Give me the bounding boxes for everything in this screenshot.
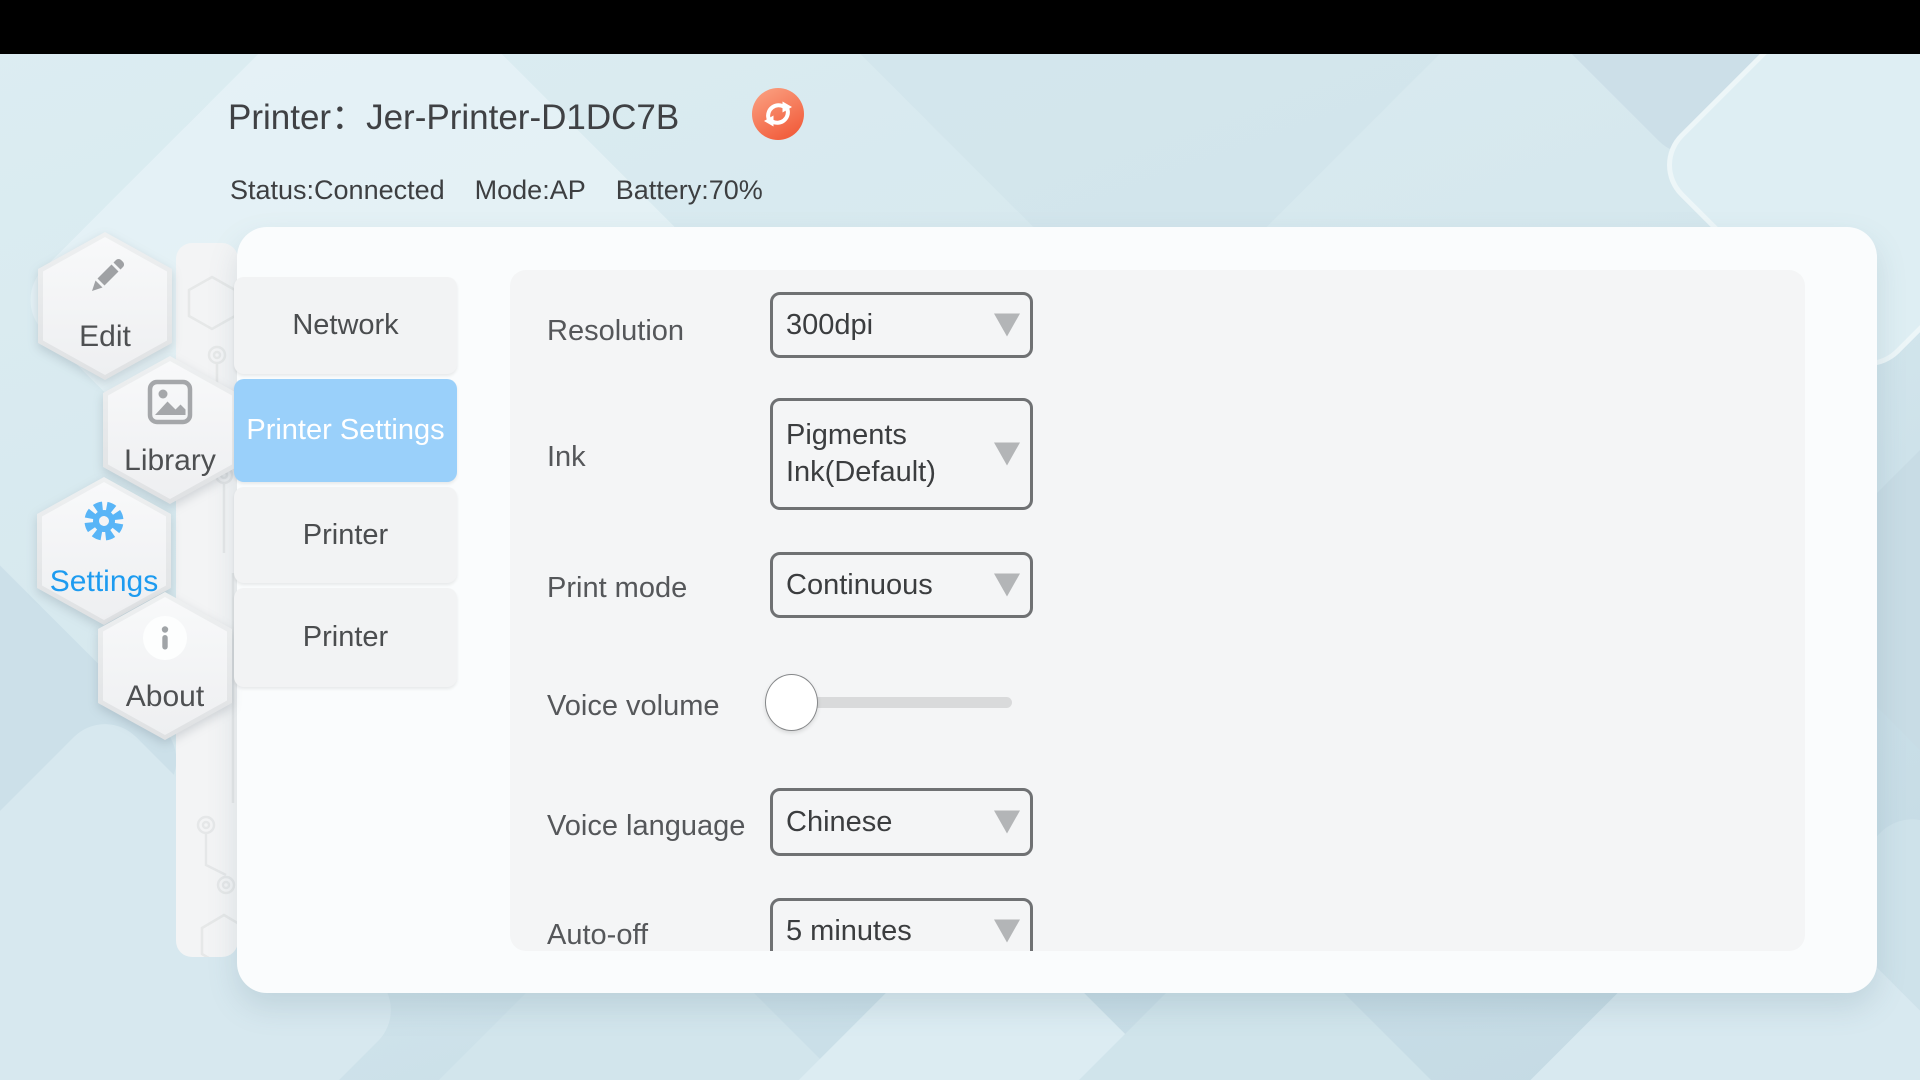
- voice-volume-label: Voice volume: [547, 689, 720, 723]
- ink-value: Pigments Ink(Default): [773, 417, 1030, 491]
- status-text: Status:Connected: [230, 175, 445, 206]
- tab-printer[interactable]: Printer: [234, 487, 457, 583]
- auto-off-dropdown[interactable]: 5 minutes: [770, 898, 1033, 951]
- top-black-bar: [0, 0, 1920, 54]
- battery-text: Battery:70%: [616, 175, 763, 206]
- ink-dropdown[interactable]: Pigments Ink(Default): [770, 398, 1033, 510]
- voice-volume-slider-track[interactable]: [790, 697, 1012, 708]
- voice-language-dropdown[interactable]: Chinese: [770, 788, 1033, 856]
- chevron-down-icon: [994, 811, 1020, 834]
- settings-nav: Network Printer Settings Printer Printer: [234, 277, 457, 687]
- auto-off-value: 5 minutes: [773, 913, 956, 950]
- resolution-dropdown[interactable]: 300dpi: [770, 292, 1033, 358]
- sidebar-item-label: Library: [124, 444, 216, 478]
- auto-off-label: Auto-off: [547, 918, 648, 951]
- voice-language-label: Voice language: [547, 809, 745, 843]
- printer-status-bar: Status:Connected Mode:AP Battery:70%: [230, 175, 763, 206]
- sidebar-item-label: About: [126, 680, 204, 714]
- chevron-down-icon: [994, 920, 1020, 943]
- voice-language-value: Chinese: [773, 804, 936, 841]
- gear-icon: [82, 499, 126, 548]
- print-mode-dropdown[interactable]: Continuous: [770, 552, 1033, 618]
- chevron-down-icon: [994, 574, 1020, 597]
- chevron-down-icon: [994, 443, 1020, 466]
- print-mode-label: Print mode: [547, 571, 687, 605]
- sidebar-item-about[interactable]: About: [98, 592, 232, 740]
- resolution-label: Resolution: [547, 314, 684, 348]
- chevron-down-icon: [994, 314, 1020, 337]
- sidebar-item-label: Edit: [79, 320, 131, 354]
- printer-settings-panel: Resolution 300dpi Ink Pigments Ink(Defau…: [510, 270, 1805, 951]
- mode-text: Mode:AP: [475, 175, 586, 206]
- voice-volume-slider-thumb[interactable]: [765, 674, 818, 731]
- refresh-button[interactable]: [752, 88, 804, 140]
- refresh-icon: [752, 127, 804, 144]
- tab-printer-2[interactable]: Printer: [234, 588, 457, 687]
- print-mode-value: Continuous: [773, 567, 977, 604]
- image-icon: [146, 378, 194, 431]
- tab-printer-settings[interactable]: Printer Settings: [234, 379, 457, 482]
- app-window: Printer：Jer-Printer-D1DC7B: [0, 0, 1920, 1080]
- info-icon: [141, 614, 189, 667]
- printer-title: Printer：Jer-Printer-D1DC7B: [228, 96, 679, 140]
- tab-network[interactable]: Network: [234, 277, 457, 374]
- ink-label: Ink: [547, 440, 586, 474]
- pencil-icon: [82, 254, 128, 305]
- resolution-value: 300dpi: [773, 307, 917, 344]
